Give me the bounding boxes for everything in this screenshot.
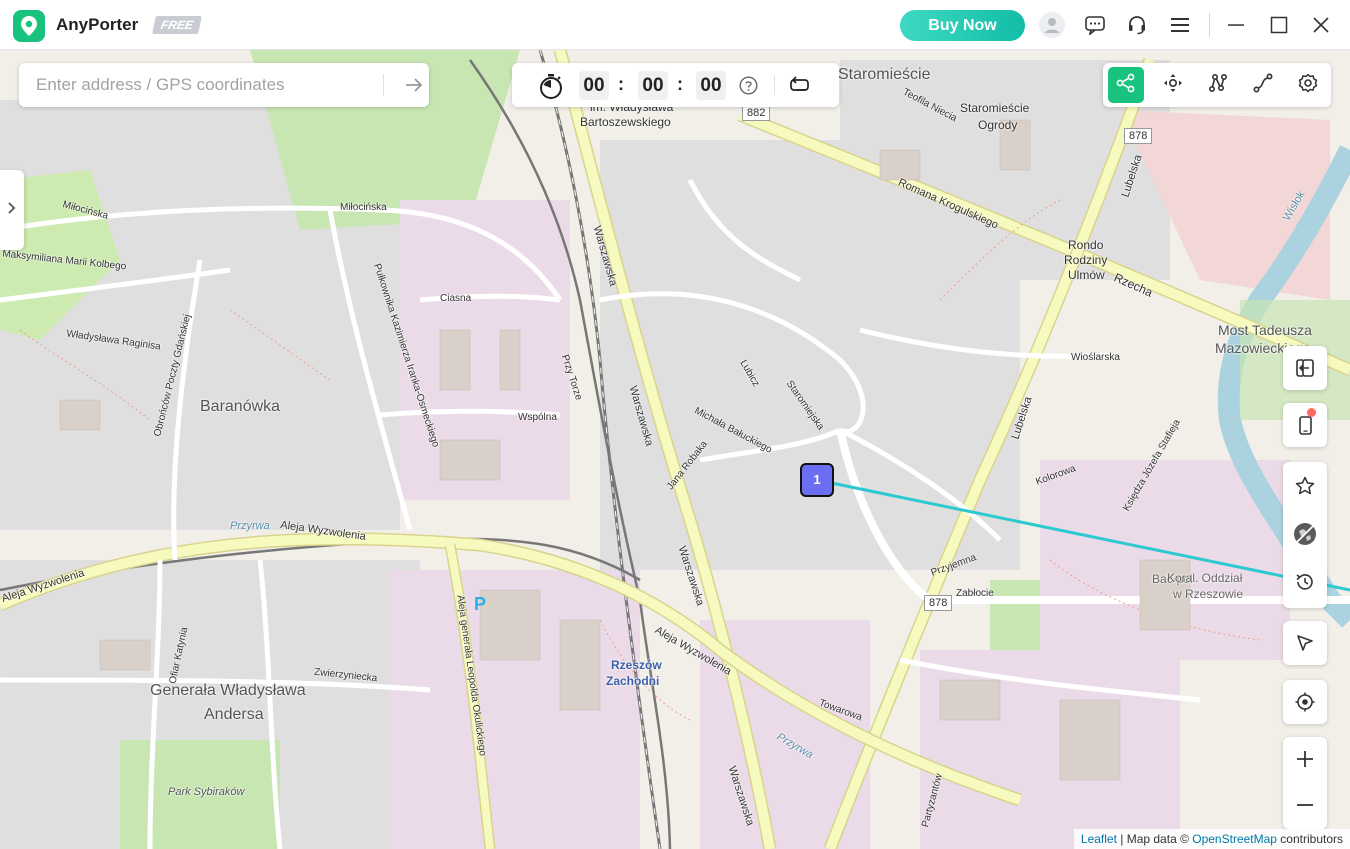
map-label: Zabłocie (956, 588, 994, 599)
map-label: Koral. Oddział (1167, 571, 1243, 585)
map-attribution: Leaflet | Map data © OpenStreetMap contr… (1073, 829, 1350, 849)
support-icon[interactable] (1123, 11, 1151, 39)
map-label: Rodziny (1064, 253, 1108, 267)
menu-icon[interactable] (1166, 11, 1194, 39)
notification-dot (1307, 408, 1316, 417)
road-shield: 878 (924, 595, 953, 611)
attribution-suffix: contributors (1276, 832, 1343, 846)
location-marker[interactable]: 1 (800, 463, 834, 497)
route-icon (1207, 72, 1229, 99)
exit-icon (1283, 346, 1327, 390)
two-spot-icon (1252, 72, 1274, 99)
map-label: Ulmów (1068, 268, 1105, 282)
device-icon (1283, 403, 1327, 447)
share-nodes-icon (1115, 72, 1137, 99)
gear-icon (1297, 72, 1319, 99)
map-label: w Rzeszowie (1173, 587, 1244, 601)
map-label: Ogrody (978, 118, 1018, 132)
history-icon[interactable] (1283, 560, 1327, 604)
repeat-icon[interactable] (789, 75, 810, 100)
app-logo-icon (13, 10, 45, 42)
attribution-separator: | Map data © (1116, 832, 1193, 846)
locate-icon (1283, 680, 1327, 724)
map-label: Wioślarska (1071, 352, 1120, 363)
map-label: Miłocińska (340, 202, 387, 213)
map-label: Rzeszów (611, 658, 662, 672)
tools-panel (1283, 462, 1327, 608)
free-badge: FREE (152, 16, 202, 34)
map-label: Park Sybiraków (168, 786, 245, 798)
maximize-icon[interactable] (1265, 11, 1293, 39)
title-bar: AnyPorter FREE Buy Now (0, 0, 1350, 50)
cursor-icon (1283, 621, 1327, 665)
close-icon[interactable] (1307, 11, 1335, 39)
timer-divider (774, 75, 775, 95)
zoom-in-icon[interactable] (1283, 737, 1327, 781)
locate-button[interactable] (1283, 680, 1327, 724)
search-box (19, 63, 429, 107)
multi-spot-mode-button[interactable] (1108, 67, 1144, 103)
arrow-right-icon[interactable] (403, 74, 425, 96)
road-shield: 878 (1124, 128, 1153, 144)
zoom-out-icon[interactable] (1283, 783, 1327, 827)
osm-link[interactable]: OpenStreetMap (1192, 832, 1277, 846)
settings-button[interactable] (1290, 67, 1326, 103)
map-label: Ciasna (440, 293, 472, 304)
buy-now-button[interactable]: Buy Now (900, 10, 1025, 41)
help-icon[interactable] (739, 76, 758, 100)
cursor-button[interactable] (1283, 621, 1327, 665)
timer-colon: : (618, 74, 624, 94)
zoom-panel (1283, 737, 1327, 829)
minimize-icon[interactable] (1222, 11, 1250, 39)
road-shield: 882 (742, 105, 771, 121)
titlebar-divider (1209, 13, 1210, 37)
cooldown-timer: 00 : 00 : 00 (512, 63, 839, 107)
timer-hours[interactable]: 00 (579, 71, 609, 100)
device-button[interactable] (1283, 403, 1327, 447)
leaflet-link[interactable]: Leaflet (1081, 832, 1117, 846)
timer-seconds[interactable]: 00 (696, 71, 726, 100)
no-gps-icon[interactable] (1283, 512, 1327, 556)
mode-toolbar (1103, 63, 1331, 107)
favorite-star-icon[interactable] (1283, 464, 1327, 508)
timer-colon: : (677, 74, 683, 94)
map-label: Przyrwa (230, 520, 270, 532)
map-canvas[interactable]: Staromieście im. Władysława Bartoszewski… (0, 50, 1350, 849)
map-label: Zachodni (606, 674, 660, 688)
timer-minutes[interactable]: 00 (638, 71, 668, 100)
map-label: Staromieście (960, 101, 1030, 115)
map-label: Generała Władysława (150, 682, 306, 699)
app-name: AnyPorter (56, 15, 139, 34)
stopwatch-icon (538, 73, 564, 104)
map-label: Rondo (1068, 238, 1104, 252)
map-label: Bartoszewskiego (580, 115, 671, 129)
multi-stop-route-mode-button[interactable] (1200, 67, 1236, 103)
expand-panel-button[interactable] (0, 170, 24, 250)
search-divider (383, 74, 384, 96)
exit-button[interactable] (1283, 346, 1327, 390)
map-label: Staromieście (838, 66, 931, 83)
feedback-icon[interactable] (1081, 11, 1109, 39)
map-label: Baranówka (200, 398, 281, 415)
map-label: Wspólna (518, 412, 557, 423)
joystick-icon (1162, 72, 1184, 99)
two-spot-mode-button[interactable] (1245, 67, 1281, 103)
map-label: Most Tadeusza (1218, 322, 1312, 338)
parking-icon: P (474, 594, 487, 614)
chevron-right-icon (7, 201, 17, 220)
search-input[interactable] (36, 74, 376, 96)
joystick-mode-button[interactable] (1155, 67, 1191, 103)
map-tiles (0, 50, 1350, 849)
map-label: Andersa (204, 706, 264, 723)
user-icon[interactable] (1038, 11, 1066, 39)
